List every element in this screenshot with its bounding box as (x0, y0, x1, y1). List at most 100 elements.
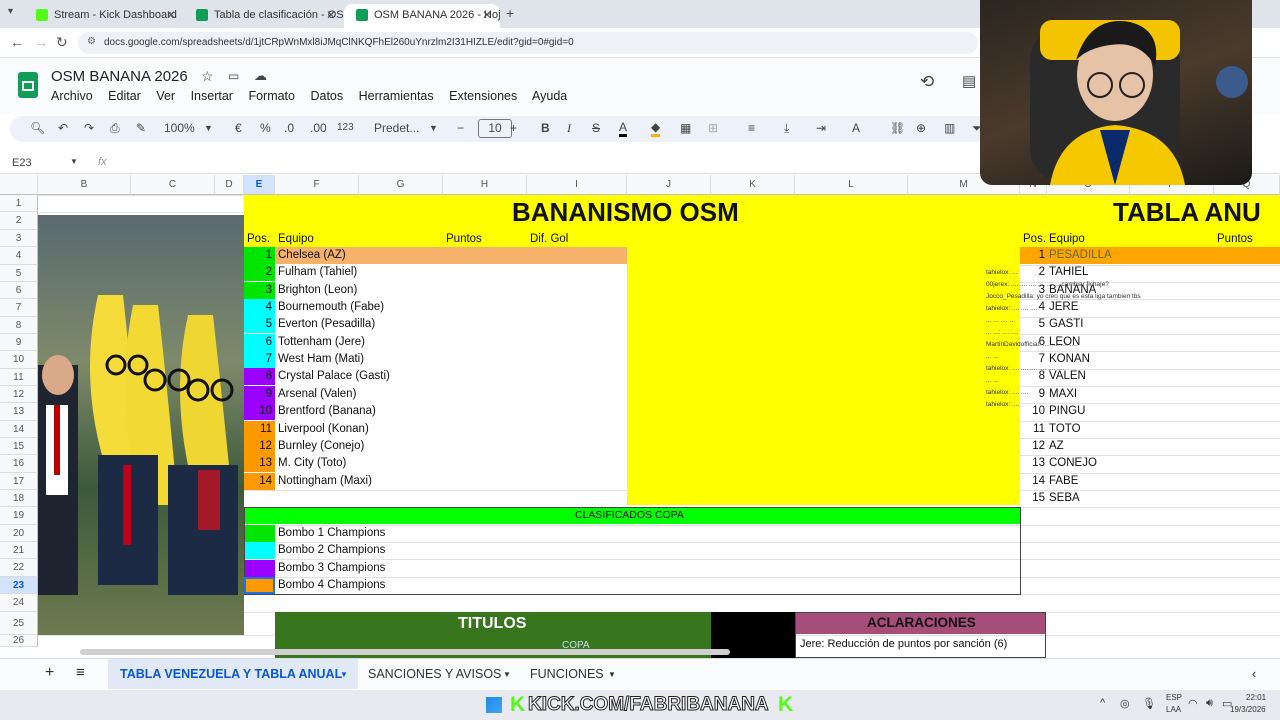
collapse-icon[interactable]: ‹ (1252, 667, 1256, 681)
row-header[interactable]: 19 (0, 507, 38, 525)
row-header[interactable]: 17 (0, 473, 38, 490)
team-cell[interactable]: PINGU (1049, 403, 1085, 420)
table-row[interactable]: 14 Nottingham (Maxi) (244, 472, 627, 490)
horizontal-scrollbar[interactable] (80, 649, 730, 655)
row-header[interactable]: 5 (0, 265, 38, 282)
table-row[interactable]: 6 Tottenham (Jere) (244, 333, 627, 351)
position-cell[interactable]: 14 (244, 472, 275, 490)
table-row[interactable]: 10 Brentford (Banana) (244, 403, 627, 421)
strikethrough-icon[interactable]: S (592, 121, 600, 135)
move-folder-icon[interactable]: ▭ (228, 69, 239, 83)
increase-font-icon[interactable]: + (510, 121, 517, 135)
menu-archivo[interactable]: Archivo (51, 89, 93, 103)
decrease-font-icon[interactable]: − (457, 121, 464, 135)
table-row[interactable]: 4 Bournemouth (Fabe) (244, 299, 627, 317)
percent-icon[interactable]: % (260, 121, 271, 135)
menu-datos[interactable]: Datos (310, 89, 343, 103)
search-menus-icon[interactable]: 🔍︎ (30, 121, 45, 135)
fill-color-icon[interactable]: ◆ (651, 121, 661, 137)
text-color-icon[interactable]: A (619, 121, 628, 137)
col-header-i[interactable]: I (527, 175, 627, 195)
row-header[interactable]: 3 (0, 230, 38, 247)
table-row[interactable]: 9 Arsenal (Valen) (244, 385, 627, 403)
text-rotation-icon[interactable]: A (852, 121, 860, 135)
team-cell[interactable]: TAHIEL (1049, 264, 1088, 281)
sheet-grid[interactable]: BANANISMO OSM TABLA ANU Pos. Equipo Punt… (38, 195, 1280, 658)
col-header-b[interactable]: B (38, 175, 131, 195)
team-cell[interactable]: Liverpool (Konan) (278, 421, 369, 438)
row-header[interactable]: 10 (0, 351, 38, 369)
merge-cells-icon[interactable]: ⊞ (708, 121, 718, 135)
name-box[interactable]: E23 (12, 157, 32, 169)
row-header[interactable]: 13 (0, 403, 38, 421)
team-cell[interactable]: SEBA (1049, 490, 1080, 507)
team-cell[interactable]: Fulham (Tahiel) (278, 264, 357, 281)
add-sheet-icon[interactable]: + (45, 664, 54, 682)
copa-label[interactable]: Bombo 1 Champions (278, 525, 385, 542)
position-cell[interactable]: 12 (1020, 438, 1045, 455)
font-select[interactable]: Predet... (374, 121, 419, 135)
row-header[interactable]: 7 (0, 299, 38, 317)
position-cell[interactable]: 4 (244, 299, 275, 317)
col-header-d[interactable]: D (215, 175, 244, 195)
browser-tab-kick[interactable]: Stream - Kick Dashboard ✕ (24, 4, 184, 28)
team-cell[interactable]: Brighton (Leon) (278, 282, 357, 299)
annual-table-row[interactable]: 9 MAXI (1020, 386, 1280, 403)
font-size-input[interactable]: 10 (478, 119, 512, 138)
copa-color-swatch[interactable] (245, 525, 275, 542)
chevron-down-icon[interactable]: ▼ (503, 670, 511, 679)
team-cell[interactable]: CONEJO (1049, 455, 1097, 472)
position-cell[interactable]: 14 (1020, 473, 1045, 490)
table-row[interactable]: 7 West Ham (Mati) (244, 351, 627, 369)
new-tab-icon[interactable]: + (506, 5, 514, 21)
align-icon[interactable]: ≡ (748, 121, 755, 135)
forward-icon[interactable]: → (34, 34, 48, 50)
team-cell[interactable]: GASTI (1049, 316, 1084, 333)
menu-extensiones[interactable]: Extensiones (449, 89, 517, 103)
language-code[interactable]: ESP (1166, 693, 1182, 702)
position-cell[interactable]: 5 (244, 316, 275, 334)
annual-table-row[interactable]: 5 GASTI (1020, 316, 1280, 333)
annual-table-row[interactable]: 1 PESADILLA (1020, 247, 1280, 264)
col-header-k[interactable]: K (711, 175, 795, 195)
copa-label[interactable]: Bombo 4 Champions (278, 577, 385, 594)
team-cell[interactable]: Arsenal (Valen) (278, 386, 356, 403)
row-header[interactable]: 2 (0, 212, 38, 230)
number-format-icon[interactable]: 123 (337, 122, 354, 133)
row-header[interactable]: 25 (0, 612, 38, 635)
copa-color-swatch[interactable] (245, 542, 275, 560)
position-cell[interactable]: 2 (1020, 264, 1045, 281)
col-header-j[interactable]: J (627, 175, 711, 195)
team-cell[interactable]: AZ (1049, 438, 1064, 455)
team-cell[interactable]: PESADILLA (1049, 247, 1112, 264)
chevron-down-icon[interactable]: ▼ (608, 670, 616, 679)
copa-label[interactable]: Bombo 3 Champions (278, 560, 385, 577)
row-header[interactable]: 11 (0, 369, 38, 386)
chevron-down-icon[interactable]: ▼ (204, 123, 213, 133)
annual-table-row[interactable]: 15 SEBA (1020, 490, 1280, 507)
clock-time[interactable]: 22:01 (1246, 693, 1266, 702)
position-cell[interactable]: 9 (244, 385, 275, 403)
volume-icon[interactable]: 🔊︎ (1206, 697, 1213, 710)
comments-icon[interactable]: ▤ (962, 72, 976, 90)
currency-icon[interactable]: € (235, 121, 242, 135)
row-header[interactable]: 12 (0, 386, 38, 403)
row-header[interactable]: 22 (0, 559, 38, 577)
row-header[interactable]: 14 (0, 421, 38, 438)
table-row[interactable]: 11 Liverpool (Konan) (244, 420, 627, 438)
row-header[interactable]: 18 (0, 490, 38, 507)
url-field[interactable]: ⚙ docs.google.com/spreadsheets/d/1jtCRpW… (78, 32, 978, 54)
table-row[interactable]: 1 Chelsea (AZ) (244, 247, 627, 264)
team-cell[interactable]: Crystal Palace (Gasti) (278, 368, 390, 385)
position-cell[interactable]: 8 (244, 368, 275, 386)
chevron-down-icon[interactable]: ▼ (70, 157, 78, 166)
sheet-tab-funciones[interactable]: FUNCIONES (530, 667, 604, 681)
menu-formato[interactable]: Formato (248, 89, 295, 103)
redo-icon[interactable]: ↷ (84, 121, 94, 135)
col-header-g[interactable]: G (359, 175, 443, 195)
col-header-l[interactable]: L (795, 175, 908, 195)
team-cell[interactable]: Everton (Pesadilla) (278, 316, 375, 333)
table-row[interactable]: 3 Brighton (Leon) (244, 281, 627, 299)
back-icon[interactable]: ← (10, 34, 24, 50)
table-row[interactable]: 12 Burnley (Conejo) (244, 437, 627, 455)
